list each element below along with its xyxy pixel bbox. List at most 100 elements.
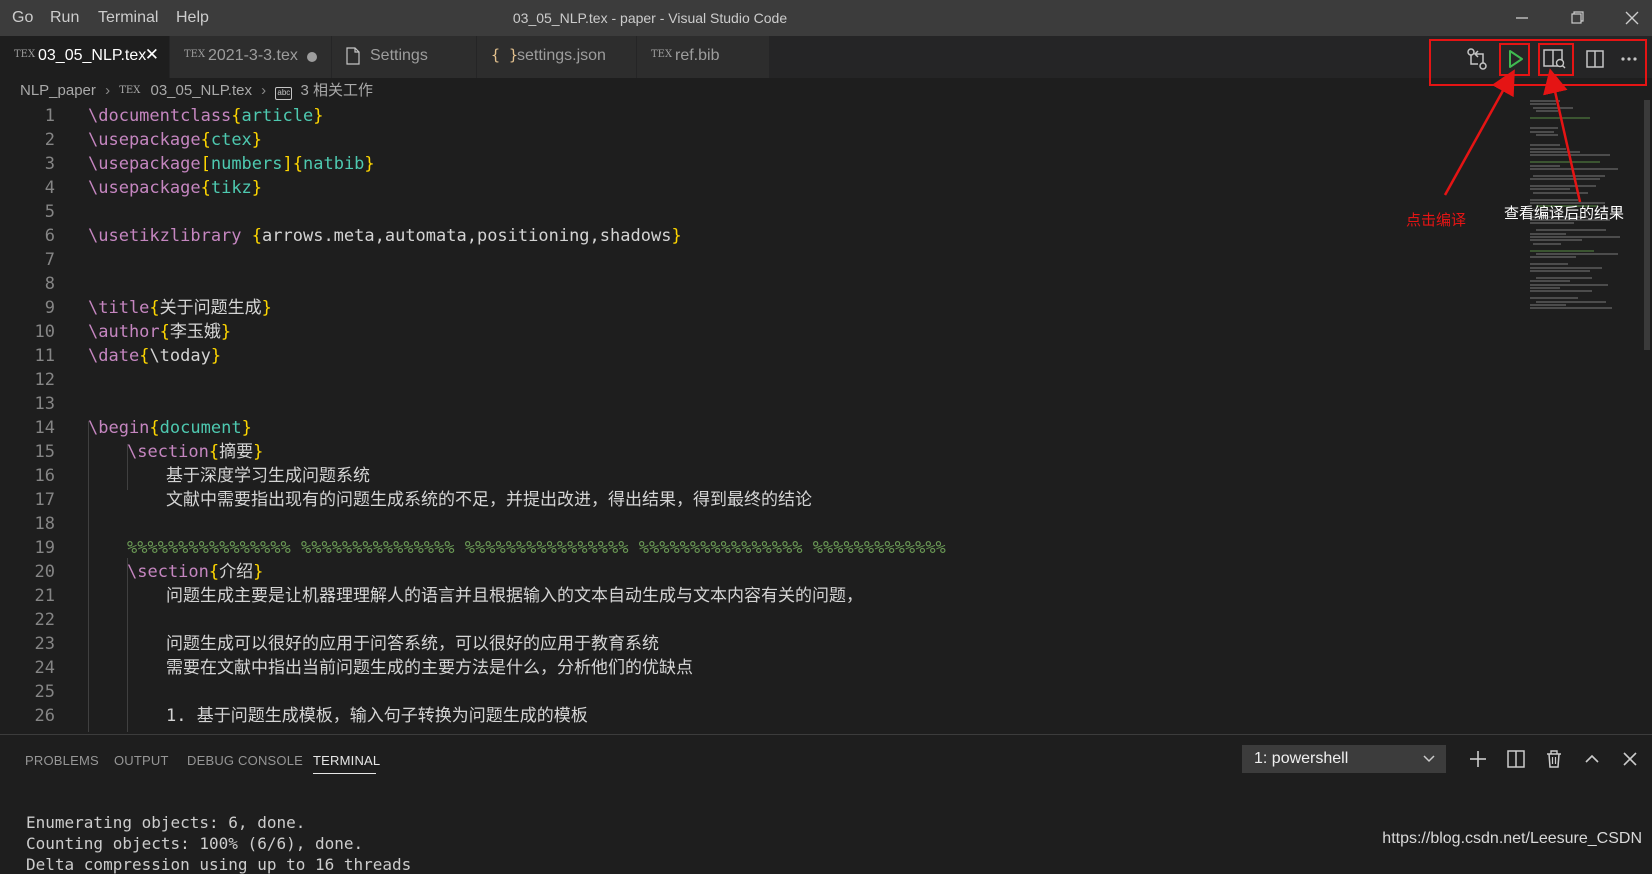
terminal-select[interactable]: 1: powershell <box>1242 745 1446 773</box>
code-line[interactable]: 24 需要在文献中指出当前问题生成的主要方法是什么，分析他们的优缺点 <box>0 656 1530 680</box>
tab-output[interactable]: OUTPUT <box>114 753 169 768</box>
minimap-line <box>1530 232 1566 235</box>
code-line[interactable]: 17 文献中需要指出现有的问题生成系统的不足，并提出改进，得出结果，得到最终的结论 <box>0 488 1530 512</box>
tab-label: settings.json <box>517 47 606 64</box>
line-number: 10 <box>34 322 55 342</box>
bracket-close: } <box>253 442 264 462</box>
tab-problems[interactable]: PROBLEMS <box>25 753 99 768</box>
split-terminal-icon[interactable] <box>1504 747 1528 771</box>
line-number: 23 <box>34 634 55 654</box>
modified-dot-icon[interactable] <box>307 52 317 62</box>
code-line[interactable]: 10 \author{李玉娥} <box>0 320 1530 344</box>
terminal-select-value: 1: powershell <box>1254 750 1349 767</box>
code-line[interactable]: 13 <box>0 392 1530 416</box>
latex-command: \title <box>88 298 150 318</box>
bracket-close: } <box>261 298 272 318</box>
code-line[interactable]: 23 问题生成可以很好的应用于问答系统，可以很好的应用于教育系统 <box>0 632 1530 656</box>
breadcrumb-folder[interactable]: NLP_paper <box>20 80 96 102</box>
code-line[interactable]: 12 <box>0 368 1530 392</box>
breadcrumb-file[interactable]: 03_05_NLP.tex <box>151 80 252 102</box>
minimap-line <box>1536 253 1618 255</box>
latex-command: \usetikzlibrary <box>88 226 242 246</box>
code-line[interactable]: 3 \usepackage[numbers]{natbib} <box>0 152 1530 176</box>
latex-command: \section <box>127 442 209 462</box>
code-content: 文献中需要指出现有的问题生成系统的不足，并提出改进，得出结果，得到最终的结论 <box>166 488 812 512</box>
maximize-panel-icon[interactable] <box>1580 747 1604 771</box>
code-content: \documentclass{article} <box>88 104 323 128</box>
minimap-line <box>1530 270 1590 272</box>
code-line[interactable]: 14 \begin{document} <box>0 416 1530 440</box>
code-line[interactable]: 1 \documentclass{article} <box>0 104 1530 128</box>
code-line[interactable]: 8 <box>0 272 1530 296</box>
code-line[interactable]: 21 问题生成主要是让机器理理解人的语言并且根据输入的文本自动生成与文本内容有关的… <box>0 584 1530 608</box>
breadcrumb: NLP_paper › TEX 03_05_NLP.tex › abc 3 相关… <box>20 80 373 102</box>
bracket-close: } <box>313 106 324 126</box>
minimap-line <box>1530 304 1566 306</box>
code-line[interactable]: 26 1. 基于问题生成模板，输入句子转换为问题生成的模板 <box>0 704 1530 728</box>
bracket-open: { <box>251 226 263 246</box>
line-number: 16 <box>34 466 55 486</box>
line-number: 1 <box>44 106 55 126</box>
minimap-line <box>1530 307 1612 310</box>
title-bar: Go Run Terminal Help 03_05_NLP.tex - pap… <box>0 0 1652 36</box>
argument: tikz <box>210 178 252 198</box>
code-line[interactable]: 19 %%%%%%%%%%%%%%%% %%%%%%%%%%%%%%% %%%%%… <box>0 536 1530 560</box>
bracket-open: { <box>208 562 220 582</box>
text: 基于深度学习生成问题系统 <box>166 466 370 486</box>
terminal-line: Delta compression using up to 16 threads <box>26 855 412 874</box>
line-number: 24 <box>34 658 55 678</box>
bracket-close: } <box>251 130 263 150</box>
tab-debug-console[interactable]: DEBUG CONSOLE <box>187 753 303 768</box>
bracket-open: [ <box>200 154 211 174</box>
tab-2021-3-3[interactable]: TEX 2021-3-3.tex <box>170 36 332 78</box>
tab-terminal[interactable]: TERMINAL <box>313 753 380 768</box>
latex-command: \usepackage <box>88 130 201 150</box>
tab-ref-bib[interactable]: TEX ref.bib <box>637 36 770 78</box>
code-content: \usetikzlibrary {arrows.meta,automata,po… <box>88 224 682 248</box>
tex-icon: TEX <box>651 49 673 60</box>
code-line[interactable]: 6 \usetikzlibrary {arrows.meta,automata,p… <box>0 224 1530 248</box>
code-line[interactable]: 16 基于深度学习生成问题系统 <box>0 464 1530 488</box>
close-panel-icon[interactable] <box>1618 747 1642 771</box>
code-content: 需要在文献中指出当前问题生成的主要方法是什么，分析他们的优缺点 <box>166 656 693 680</box>
trash-icon[interactable] <box>1542 747 1566 771</box>
bracket-close: } <box>220 322 232 342</box>
latex-command: \usepackage <box>88 178 201 198</box>
tab-settings-json[interactable]: { } settings.json <box>477 36 637 78</box>
code-line[interactable]: 4 \usepackage{tikz} <box>0 176 1530 200</box>
minimap-line <box>1533 242 1561 245</box>
watermark: https://blog.csdn.net/Leesure_CSDN <box>1382 830 1642 847</box>
vertical-scrollbar[interactable] <box>1644 100 1650 350</box>
minimap-line <box>1536 276 1592 279</box>
restore-icon[interactable] <box>1558 0 1598 36</box>
code-line[interactable]: 25 <box>0 680 1530 704</box>
code-line[interactable]: 20 \section{介绍} <box>0 560 1530 584</box>
minimize-icon[interactable] <box>1502 0 1542 36</box>
text: 问题生成主要是让机器理理解人的语言并且根据输入的文本自动生成与文本内容有关的问题… <box>166 586 863 606</box>
latex-command: \section <box>127 562 209 582</box>
code-line[interactable]: 5 <box>0 200 1530 224</box>
tab-label: 03_05_NLP.tex <box>38 47 147 64</box>
argument: article <box>241 106 314 126</box>
annotation-compile: 点击编译 <box>1406 212 1467 229</box>
code-line[interactable]: 2 \usepackage{ctex} <box>0 128 1530 152</box>
code-content: 问题生成可以很好的应用于问答系统，可以很好的应用于教育系统 <box>166 632 659 656</box>
tab-03-05-nlp[interactable]: TEX 03_05_NLP.tex ✕ <box>0 36 170 78</box>
code-editor[interactable]: 1 \documentclass{article} 2 \usepackage{cte… <box>0 104 1530 732</box>
code-line[interactable]: 9 \title{关于问题生成} <box>0 296 1530 320</box>
close-window-icon[interactable] <box>1612 0 1652 36</box>
code-line[interactable]: 11 \date{\today} <box>0 344 1530 368</box>
tab-settings[interactable]: Settings <box>332 36 477 78</box>
code-line[interactable]: 22 <box>0 608 1530 632</box>
code-line[interactable]: 18 <box>0 512 1530 536</box>
add-terminal-icon[interactable] <box>1466 747 1490 771</box>
code-content: \section{摘要} <box>127 440 263 464</box>
tex-icon: TEX <box>14 49 36 60</box>
close-icon[interactable]: ✕ <box>145 45 159 65</box>
code-line[interactable]: 15 \section{摘要} <box>0 440 1530 464</box>
minimap-line <box>1536 229 1606 232</box>
terminal-line: Counting objects: 100% (6/6), done. <box>26 834 364 853</box>
code-line[interactable]: 7 <box>0 248 1530 272</box>
window-title: 03_05_NLP.tex - paper - Visual Studio Co… <box>512 10 788 26</box>
breadcrumb-section[interactable]: 3 相关工作 <box>301 80 374 102</box>
